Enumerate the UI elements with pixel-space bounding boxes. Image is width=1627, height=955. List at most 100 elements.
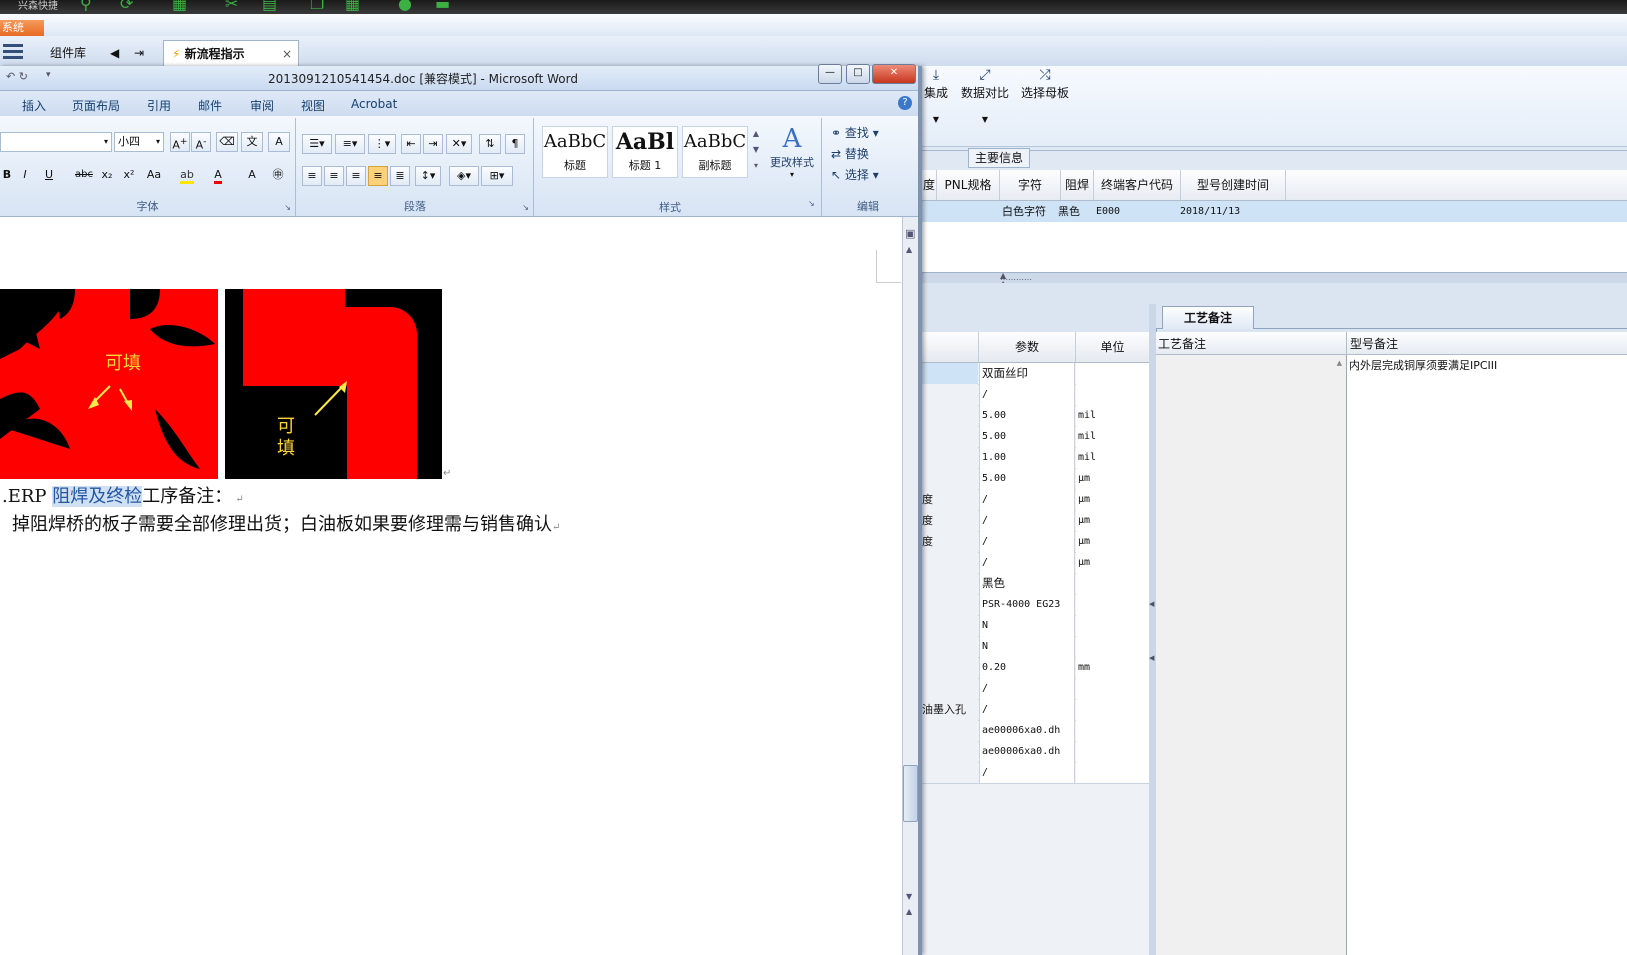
user-icon[interactable]: ● (398, 0, 412, 13)
multilevel-list-icon[interactable]: ⋮▾ (368, 134, 396, 154)
process-notes-text[interactable]: ▲ (1156, 355, 1347, 955)
tab-component-library[interactable]: 组件库 ◀ ⇥ (42, 40, 175, 66)
col-header[interactable]: 阻焊 (1061, 170, 1094, 200)
decrease-indent-icon[interactable]: ⇤ (401, 134, 421, 154)
vertical-scrollbar[interactable]: ▣ ▲ ▼ ▲ (902, 217, 919, 955)
param-name-cell[interactable] (922, 384, 978, 405)
table-row[interactable]: 5.00 μm (922, 468, 1149, 490)
replace-button[interactable]: ⇄ 替换 (831, 145, 869, 162)
style-gallery-scroll[interactable]: ▲ ▼ ▾ (750, 126, 762, 176)
param-unit-cell[interactable] (1076, 615, 1149, 636)
folder-icon[interactable]: ▬ (435, 0, 450, 13)
param-value-cell[interactable]: N (979, 636, 1075, 657)
shrink-font-icon[interactable]: A- (191, 132, 211, 152)
param-value-cell[interactable]: 1.00 (979, 447, 1075, 468)
param-unit-cell[interactable]: mil (1076, 447, 1149, 468)
enclose-char-icon[interactable]: ㊥ (268, 166, 288, 186)
param-unit-cell[interactable]: mil (1076, 405, 1149, 426)
select-button[interactable]: ↖ 选择 ▾ (831, 166, 879, 183)
param-name-cell[interactable] (922, 720, 978, 741)
param-unit-cell[interactable] (1076, 741, 1149, 762)
font-size-select[interactable]: 小四 ▾ (114, 132, 164, 152)
style-subtitle[interactable]: AaBbC 副标题 (682, 126, 748, 178)
strikethrough-icon[interactable]: abc (72, 166, 96, 186)
param-value-cell[interactable]: / (979, 384, 1075, 405)
close-button[interactable]: ✕ (872, 64, 916, 84)
param-name-cell[interactable] (922, 426, 978, 447)
font-name-select[interactable]: ▾ (0, 132, 112, 152)
param-value-cell[interactable]: / (979, 510, 1075, 531)
param-value-cell[interactable]: / (979, 489, 1075, 510)
col-header[interactable]: 单位 (1076, 332, 1149, 362)
param-value-cell[interactable]: / (979, 762, 1075, 783)
ruler-toggle-icon[interactable]: ▣ (905, 227, 915, 240)
col-header[interactable]: 型号备注 (1350, 335, 1398, 352)
param-value-cell[interactable]: 5.00 (979, 426, 1075, 447)
param-unit-cell[interactable] (1076, 636, 1149, 657)
col-header[interactable]: 度 (922, 170, 937, 200)
param-name-cell[interactable] (922, 468, 978, 489)
col-header[interactable]: 字符 (1000, 170, 1061, 200)
grip-icon[interactable]: ▲ ⋯⋯⋯⋯ ▲ (1000, 272, 1040, 288)
table-row[interactable]: 白色字符 黑色 E000 2018/11/13 (922, 201, 1627, 223)
chevron-down-icon[interactable]: ▾ (46, 70, 51, 80)
param-value-cell[interactable]: ae00006xa0.dh (979, 720, 1075, 741)
tool-icon[interactable]: ✂ (225, 0, 238, 13)
col-header[interactable]: 参数 (979, 332, 1076, 362)
param-name-cell[interactable] (922, 741, 978, 762)
param-value-cell[interactable]: 0.20 (979, 657, 1075, 678)
param-unit-cell[interactable] (1076, 678, 1149, 699)
scroll-up-icon[interactable]: ▲ (906, 245, 912, 254)
refresh-icon[interactable]: ⟳ (120, 0, 133, 13)
dialog-launcher-icon[interactable]: ↘ (808, 199, 815, 208)
print-icon[interactable]: ▤ (262, 0, 277, 13)
find-button[interactable]: ⚭ 查找 ▾ (831, 124, 879, 141)
chinese-layout-icon[interactable]: ✕▾ (446, 134, 472, 154)
borders-icon[interactable]: ⊞▾ (481, 166, 513, 186)
param-unit-cell[interactable]: mm (1076, 657, 1149, 678)
distribute-icon[interactable]: ≣ (390, 166, 410, 186)
change-case-icon[interactable]: Aa (142, 166, 166, 186)
collapse-right-icon[interactable]: ◀ (1149, 654, 1154, 662)
table-row[interactable]: 1.00 mil (922, 447, 1149, 469)
help-icon[interactable]: ? (898, 96, 912, 110)
style-heading-1[interactable]: AaBl 标题 1 (612, 126, 678, 178)
increase-indent-icon[interactable]: ⇥ (423, 134, 443, 154)
param-value-cell[interactable]: N (979, 615, 1075, 636)
table-row[interactable]: 度 / μm (922, 531, 1149, 553)
table-row[interactable]: 度 / μm (922, 510, 1149, 532)
cell[interactable]: 白色字符 (1002, 201, 1046, 222)
change-styles-button[interactable]: A 更改样式 ▾ (766, 124, 818, 179)
tab-review[interactable]: 审阅 (250, 97, 274, 114)
param-value-cell[interactable]: 5.00 (979, 405, 1075, 426)
cell[interactable]: 2018/11/13 (1180, 201, 1240, 222)
prev-page-icon[interactable]: ▲ (906, 907, 912, 916)
table-row[interactable]: 5.00 mil (922, 426, 1149, 448)
tab-insert[interactable]: 插入 (22, 97, 46, 114)
table-row[interactable]: / (922, 762, 1149, 784)
param-unit-cell[interactable] (1076, 594, 1149, 615)
restore-button[interactable]: □ (846, 64, 870, 84)
tab-mailings[interactable]: 邮件 (198, 97, 222, 114)
param-unit-cell[interactable] (1076, 762, 1149, 783)
align-center-icon[interactable]: ≡ (324, 166, 344, 186)
close-icon[interactable]: × (282, 41, 292, 67)
param-value-cell[interactable]: / (979, 678, 1075, 699)
main-info-label[interactable]: 主要信息 (968, 148, 1031, 168)
sort-icon[interactable]: ⇅ (479, 134, 501, 154)
param-value-cell[interactable]: / (979, 552, 1075, 573)
param-value-cell[interactable]: / (979, 699, 1075, 720)
param-name-cell[interactable] (922, 447, 978, 468)
param-name-cell[interactable] (922, 594, 978, 615)
solder-mask-image-1[interactable]: 可填 (0, 289, 218, 479)
tab-new-process[interactable]: ⚡ 新流程指示 × (163, 40, 299, 67)
line-spacing-icon[interactable]: ↕▾ (415, 166, 441, 186)
grid-icon[interactable]: ▦ (172, 0, 187, 13)
table-row[interactable]: 黑色 (922, 573, 1149, 595)
table-row[interactable]: N (922, 636, 1149, 658)
tab-acrobat[interactable]: Acrobat (351, 97, 397, 111)
scroll-down-icon[interactable]: ▼ (906, 892, 912, 901)
system-button[interactable]: 系统 (0, 20, 44, 36)
char-shading-icon[interactable]: A (242, 166, 262, 186)
table-row[interactable]: / (922, 384, 1149, 406)
